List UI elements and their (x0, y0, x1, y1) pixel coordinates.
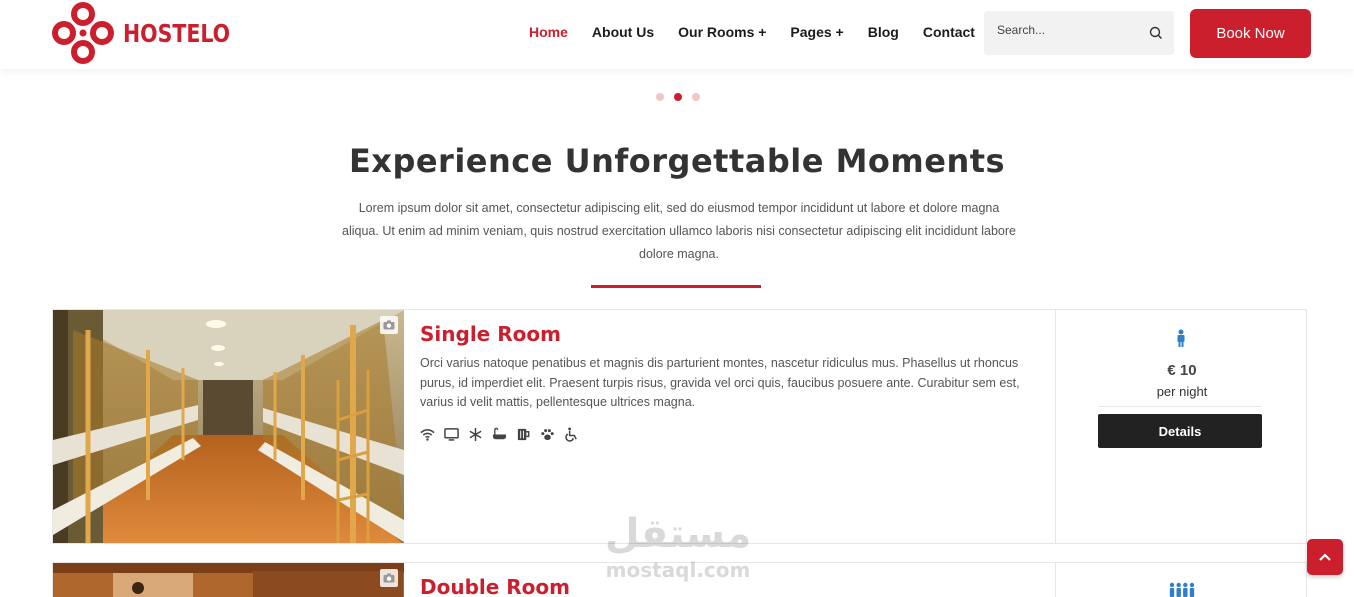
tv-icon (444, 427, 459, 441)
slider-dot-1[interactable] (656, 93, 664, 101)
bath-icon (492, 427, 507, 439)
search-input[interactable] (997, 23, 1147, 37)
slider-dots (656, 93, 700, 101)
room-booking-panel (1055, 563, 1307, 597)
nav-about-us[interactable]: About Us (592, 24, 654, 40)
chevron-up-icon (1319, 553, 1331, 561)
wheelchair-icon (565, 426, 577, 442)
nav-our-rooms[interactable]: Our Rooms + (678, 24, 766, 40)
slider-dot-3[interactable] (692, 93, 700, 101)
book-now-button[interactable]: Book Now (1190, 9, 1311, 58)
amenities (420, 426, 1040, 442)
site-header: HOSTELO Home About Us Our Rooms + Pages … (0, 0, 1354, 69)
person-icon (1177, 329, 1185, 347)
room-photo[interactable] (53, 563, 404, 597)
divider (1098, 406, 1262, 407)
nav-contact[interactable]: Contact (923, 24, 975, 40)
watermark-arabic: مستقل (604, 511, 752, 557)
dormitory-photo (53, 310, 404, 543)
watermark-latin: mostaql.com (605, 558, 751, 582)
room-price: € 10 (1167, 362, 1197, 379)
price-unit: per night (1156, 384, 1208, 399)
group-icon (1169, 582, 1195, 597)
details-button[interactable]: Details (1098, 414, 1262, 448)
section-title: Experience Unforgettable Moments (348, 142, 1006, 180)
watermark: مستقل mostaql.com (598, 512, 758, 584)
nav-pages[interactable]: Pages + (790, 24, 843, 40)
paw-icon (541, 428, 554, 440)
camera-icon[interactable] (380, 569, 398, 587)
title-divider (591, 285, 761, 288)
wifi-icon (420, 428, 435, 441)
nav-blog[interactable]: Blog (868, 24, 899, 40)
slider-dot-2[interactable] (674, 93, 682, 101)
room-photo[interactable] (53, 310, 404, 543)
back-to-top-button[interactable] (1307, 539, 1343, 575)
logo-text: HOSTELO (123, 18, 231, 48)
snowflake-icon (469, 427, 482, 441)
mug-icon (517, 428, 530, 440)
double-room-photo (53, 563, 404, 597)
logo[interactable]: HOSTELO (50, 0, 254, 66)
room-title[interactable]: Single Room (420, 322, 1040, 346)
camera-icon[interactable] (380, 316, 398, 334)
room-info: Single Room Orci varius natoque penatibu… (420, 322, 1040, 442)
search-icon[interactable] (1148, 25, 1164, 41)
search-box (984, 11, 1174, 55)
nav-home[interactable]: Home (529, 24, 568, 40)
room-card-single: Single Room Orci varius natoque penatibu… (52, 309, 1307, 544)
room-description: Orci varius natoque penatibus et magnis … (420, 356, 1020, 409)
section-intro: Lorem ipsum dolor sit amet, consectetur … (342, 201, 1016, 261)
logo-mark-icon (52, 2, 114, 64)
main-nav: Home About Us Our Rooms + Pages + Blog C… (529, 24, 999, 40)
room-booking-panel: € 10 per night Details (1055, 310, 1307, 543)
